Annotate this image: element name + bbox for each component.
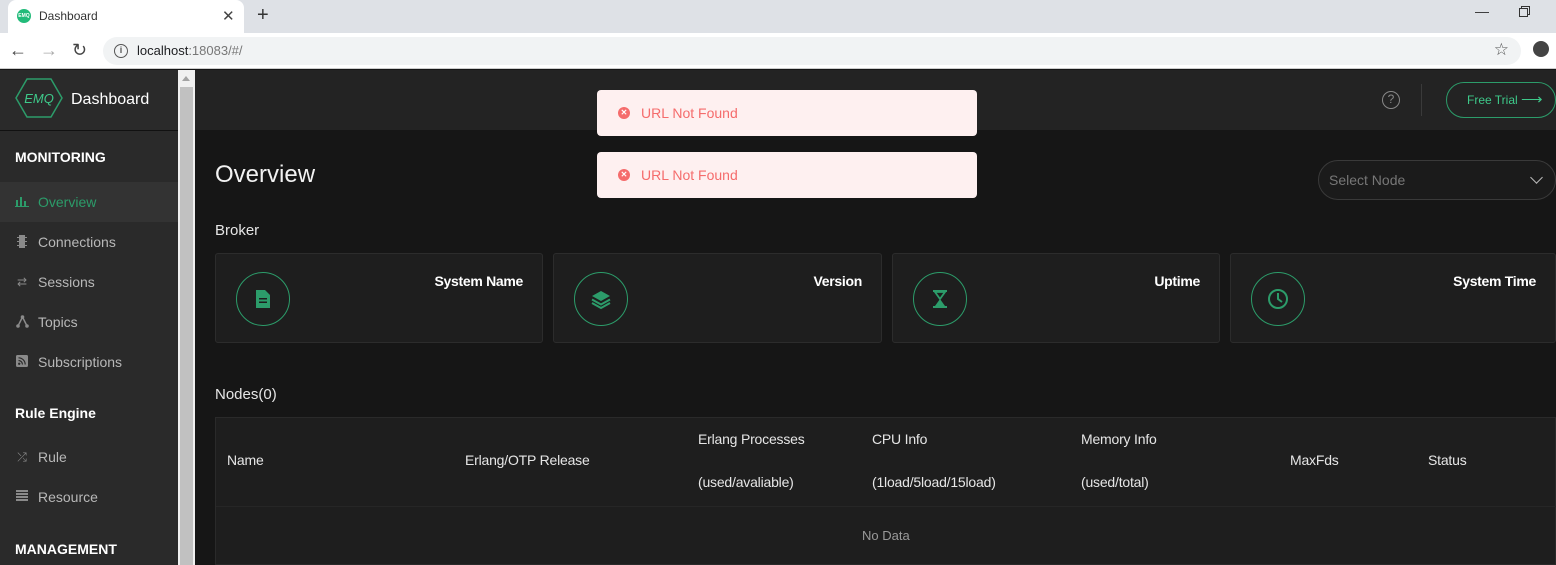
emq-favicon-icon: EMQ xyxy=(17,9,31,23)
sidebar-item-label: Connections xyxy=(38,234,116,250)
sidebar-item-overview[interactable]: Overview xyxy=(0,182,178,222)
sidebar-item-label: Overview xyxy=(38,194,97,210)
column-header-name: Name xyxy=(227,452,264,468)
table-empty-text: No Data xyxy=(862,528,910,543)
column-header-cpu-info: CPU Info xyxy=(872,431,928,447)
sidebar-item-label: Resource xyxy=(38,489,98,505)
browser-tab-bar: EMQ Dashboard ✕ + — xyxy=(0,0,1556,33)
forward-arrow-icon[interactable]: → xyxy=(40,40,58,60)
sidebar-item-label: Topics xyxy=(38,314,78,330)
column-header-memory-info: Memory Info xyxy=(1081,431,1157,447)
card-title: System Name xyxy=(434,273,523,289)
topic-nodes-icon xyxy=(15,315,29,329)
sidebar-item-connections[interactable]: Connections xyxy=(0,222,178,262)
card-title: System Time xyxy=(1453,273,1536,289)
window-minimize-icon[interactable]: — xyxy=(1475,3,1489,19)
profile-avatar-icon[interactable] xyxy=(1533,41,1549,57)
stack-list-icon xyxy=(15,490,29,504)
sidebar-section-monitoring: MONITORING xyxy=(15,149,106,165)
sidebar-item-label: Subscriptions xyxy=(38,354,123,370)
browser-tab[interactable]: EMQ Dashboard ✕ xyxy=(8,0,244,33)
system-time-card: System Time xyxy=(1230,253,1556,343)
free-trial-button[interactable]: Free Trial ⟶ xyxy=(1446,82,1556,118)
column-header-memory-info-sub: (used/total) xyxy=(1081,474,1149,490)
layers-icon xyxy=(574,272,628,326)
error-toast: ✕ URL Not Found xyxy=(597,152,977,198)
chip-icon xyxy=(15,235,29,249)
column-header-status: Status xyxy=(1428,452,1467,468)
scrollbar-thumb[interactable] xyxy=(180,87,193,565)
arrow-right-icon: ⟶ xyxy=(1521,91,1543,108)
header-divider xyxy=(1421,84,1422,116)
table-header-divider xyxy=(216,506,1556,507)
column-header-cpu-info-sub: (1load/5load/15load) xyxy=(872,474,996,490)
error-circle-icon: ✕ xyxy=(618,107,630,119)
sidebar-section-rule-engine: Rule Engine xyxy=(15,405,96,421)
sidebar-item-label: Rule xyxy=(38,449,67,465)
reload-icon[interactable]: ↻ xyxy=(72,40,87,60)
toast-message: URL Not Found xyxy=(641,167,738,183)
new-tab-plus-icon[interactable]: + xyxy=(257,4,269,27)
clock-icon xyxy=(1251,272,1305,326)
select-node-dropdown[interactable] xyxy=(1318,160,1556,200)
column-header-erlang-otp: Erlang/OTP Release xyxy=(465,452,590,468)
error-toast: ✕ URL Not Found xyxy=(597,90,977,136)
sidebar-scrollbar[interactable] xyxy=(178,70,195,565)
card-title: Uptime xyxy=(1154,273,1200,289)
help-question-icon[interactable]: ? xyxy=(1382,91,1400,109)
column-header-erlang-processes-sub: (used/avaliable) xyxy=(698,474,794,490)
browser-toolbar: ← → ↻ i localhost:18083/#/ ☆ xyxy=(0,33,1556,69)
hourglass-icon xyxy=(913,272,967,326)
nodes-table: Name Erlang/OTP Release Erlang Processes… xyxy=(215,417,1556,565)
toast-message: URL Not Found xyxy=(641,105,738,121)
sidebar-item-subscriptions[interactable]: Subscriptions xyxy=(0,342,178,382)
select-node-input[interactable] xyxy=(1329,172,1509,188)
bar-chart-icon xyxy=(15,195,29,209)
card-title: Version xyxy=(813,273,863,289)
site-info-icon[interactable]: i xyxy=(114,44,128,58)
error-circle-icon: ✕ xyxy=(618,169,630,181)
swap-arrows-icon: ⇄ xyxy=(16,275,28,289)
url-text: localhost:18083/#/ xyxy=(137,43,243,58)
sidebar-item-label: Sessions xyxy=(38,274,95,290)
uptime-card: Uptime xyxy=(892,253,1220,343)
sidebar-section-management: MANAGEMENT xyxy=(15,541,117,557)
window-restore-icon[interactable] xyxy=(1519,6,1530,17)
sidebar-item-sessions[interactable]: ⇄ Sessions xyxy=(0,262,178,302)
system-name-card: System Name xyxy=(215,253,543,343)
nodes-section-title: Nodes(0) xyxy=(215,386,277,403)
chevron-down-icon xyxy=(1530,171,1543,184)
brand-title: Dashboard xyxy=(71,91,150,108)
version-card: Version xyxy=(553,253,882,343)
back-arrow-icon[interactable]: ← xyxy=(9,40,27,60)
broker-section-title: Broker xyxy=(215,222,260,239)
free-trial-label: Free Trial xyxy=(1467,93,1518,107)
sidebar-item-rule[interactable]: ⤮ Rule xyxy=(0,437,178,477)
address-bar[interactable]: i localhost:18083/#/ ☆ xyxy=(103,37,1521,65)
shuffle-icon: ⤮ xyxy=(17,450,27,464)
column-header-erlang-processes: Erlang Processes xyxy=(698,431,805,447)
page-title: Overview xyxy=(215,161,316,188)
column-header-maxfds: MaxFds xyxy=(1290,452,1339,468)
rss-icon xyxy=(15,355,29,369)
sidebar-item-topics[interactable]: Topics xyxy=(0,302,178,342)
bookmark-star-icon[interactable]: ☆ xyxy=(1494,40,1509,60)
sidebar-divider xyxy=(0,130,178,131)
sidebar-item-resource[interactable]: Resource xyxy=(0,477,178,517)
tab-title: Dashboard xyxy=(39,9,98,23)
document-icon xyxy=(236,272,290,326)
svg-text:EMQ: EMQ xyxy=(24,91,54,106)
scroll-up-arrow-icon[interactable] xyxy=(182,76,190,81)
sidebar: EMQ Dashboard MONITORING Overview Connec… xyxy=(0,70,178,565)
emq-logo-icon: EMQ xyxy=(15,78,63,118)
tab-close-icon[interactable]: ✕ xyxy=(222,7,235,25)
